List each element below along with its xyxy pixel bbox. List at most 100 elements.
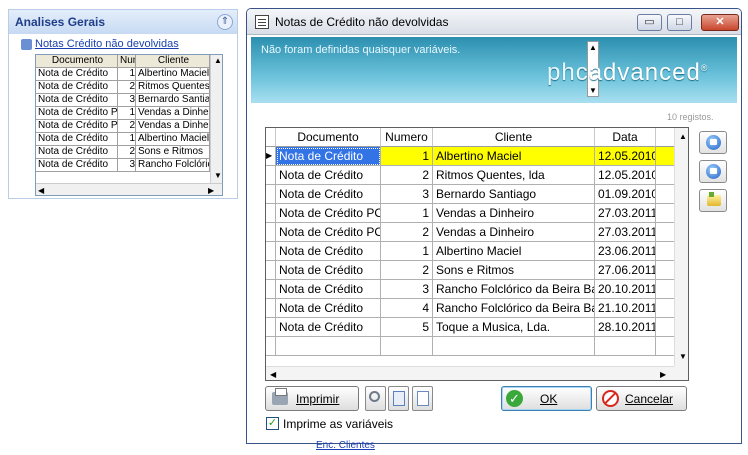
cell-numero[interactable]: 3: [381, 280, 433, 299]
mini-grid-column-header[interactable]: Num: [118, 55, 136, 68]
cell-numero[interactable]: 1: [381, 204, 433, 223]
cell-documento[interactable]: Nota de Crédito: [276, 318, 381, 337]
table-row[interactable]: Nota de Crédito 3 Rancho Folclórico da Bei…: [266, 280, 676, 299]
mini-grid[interactable]: DocumentoNumCliente Nota de Crédito1Alber…: [35, 54, 223, 196]
results-grid[interactable]: Documento Numero Cliente Data ▶ Nota de C…: [265, 127, 689, 381]
cell-cliente[interactable]: Vendas a Dinheiro: [433, 223, 595, 242]
scroll-right-arrow-icon[interactable]: ▶: [660, 370, 666, 379]
cell-cliente[interactable]: Albertino Maciel: [433, 147, 595, 166]
cell-data[interactable]: 27.03.2011: [595, 204, 656, 223]
print-button[interactable]: Imprimir: [265, 386, 359, 411]
row-indicator[interactable]: [266, 185, 276, 204]
table-row[interactable]: Nota de Crédito POS 1 Vendas a Dinheiro 27.…: [266, 204, 676, 223]
notas-credito-link[interactable]: Notas Crédito não devolvidas: [35, 38, 179, 50]
table-row[interactable]: Nota de Crédito 5 Toque a Musica, Lda. 28.1…: [266, 318, 676, 337]
grid-horizontal-scrollbar[interactable]: ◀ ▶: [266, 366, 674, 380]
cell-documento[interactable]: Nota de Crédito POS: [276, 223, 381, 242]
minimize-button[interactable]: ▭: [637, 14, 662, 31]
row-indicator[interactable]: [266, 299, 276, 318]
table-row[interactable]: ▶ Nota de Crédito 1 Albertino Maciel 12.05.2…: [266, 147, 676, 166]
mini-vertical-scrollbar[interactable]: ▲ ▼: [210, 55, 222, 183]
row-indicator[interactable]: [266, 280, 276, 299]
table-row[interactable]: Nota de Crédito 4 Rancho Folclórico da Bei…: [266, 299, 676, 318]
cell-documento[interactable]: Nota de Crédito: [276, 280, 381, 299]
cell-cliente[interactable]: Rancho Folclórico da Beira Baixa: [433, 280, 595, 299]
scroll-down-arrow-icon[interactable]: ▼: [679, 352, 687, 361]
close-button[interactable]: ✕: [701, 14, 739, 31]
row-indicator[interactable]: [266, 318, 276, 337]
mini-grid-row[interactable]: Nota de Crédito POS1Vendas a Dinheiro: [36, 107, 210, 120]
scroll-down-arrow-icon[interactable]: ▼: [589, 86, 597, 95]
cell-documento[interactable]: Nota de Crédito: [276, 147, 381, 166]
table-row[interactable]: Nota de Crédito 1 Albertino Maciel 23.06.20…: [266, 242, 676, 261]
cell-cliente[interactable]: Rancho Folclórico da Beira Baixa: [433, 299, 595, 318]
row-indicator[interactable]: [266, 223, 276, 242]
enc-clientes-link[interactable]: Enc. Clientes: [316, 440, 375, 451]
cell-numero[interactable]: 4: [381, 299, 433, 318]
cell-data[interactable]: 12.05.2010: [595, 166, 656, 185]
cell-data[interactable]: 12.05.2010: [595, 147, 656, 166]
scroll-up-arrow-icon[interactable]: ▲: [679, 132, 687, 141]
table-row[interactable]: Nota de Crédito POS 2 Vendas a Dinheiro 27.…: [266, 223, 676, 242]
column-header-data[interactable]: Data: [595, 128, 656, 147]
mini-grid-row[interactable]: Nota de Crédito 2 Sons e Ritmos: [36, 146, 210, 159]
preview-button[interactable]: [365, 386, 386, 411]
mini-grid-row[interactable]: Nota de Crédito3Bernardo Santiago: [36, 94, 210, 107]
row-indicator[interactable]: [266, 261, 276, 280]
cell-numero[interactable]: 2: [381, 223, 433, 242]
cell-data[interactable]: 27.03.2011: [595, 223, 656, 242]
cell-numero[interactable]: 3: [381, 185, 433, 204]
collapse-icon[interactable]: ⇑: [217, 14, 233, 30]
print-variables-checkbox[interactable]: ✓: [266, 417, 279, 430]
mini-grid-column-header[interactable]: Documento: [36, 55, 118, 68]
cell-data[interactable]: 27.06.2011: [595, 261, 656, 280]
cell-documento[interactable]: Nota de Crédito POS: [276, 204, 381, 223]
cell-numero[interactable]: 5: [381, 318, 433, 337]
cell-documento[interactable]: Nota de Crédito: [276, 166, 381, 185]
cell-data[interactable]: 23.06.2011: [595, 242, 656, 261]
ok-button[interactable]: ✓ OK: [501, 386, 592, 411]
scroll-left-arrow-icon[interactable]: ◀: [270, 370, 276, 379]
cell-documento[interactable]: Nota de Crédito: [276, 185, 381, 204]
cell-data[interactable]: 01.09.2010: [595, 185, 656, 204]
cell-documento[interactable]: Nota de Crédito: [276, 261, 381, 280]
mini-grid-row[interactable]: Nota de Crédito 1 Albertino Maciel: [36, 133, 210, 146]
column-header-cliente[interactable]: Cliente: [433, 128, 595, 147]
cell-cliente[interactable]: Toque a Musica, Lda.: [433, 318, 595, 337]
cell-cliente[interactable]: Bernardo Santiago: [433, 185, 595, 204]
row-indicator[interactable]: [266, 242, 276, 261]
move-up-button[interactable]: [699, 131, 727, 154]
cell-documento[interactable]: Nota de Crédito: [276, 299, 381, 318]
grid-vertical-scrollbar[interactable]: ▲ ▼: [674, 128, 688, 366]
column-header-numero[interactable]: Numero: [381, 128, 433, 147]
mini-horizontal-scrollbar[interactable]: ◀ ▶: [36, 183, 222, 195]
mini-grid-column-header[interactable]: Cliente: [136, 55, 210, 68]
mini-grid-row[interactable]: Nota de Crédito POS2Vendas a Dinheiro: [36, 120, 210, 133]
scroll-up-arrow-icon[interactable]: ▲: [214, 56, 222, 65]
cell-numero[interactable]: 1: [381, 147, 433, 166]
move-down-button[interactable]: [699, 160, 727, 183]
mini-grid-row[interactable]: Nota de Crédito3Rancho Folclórico: [36, 159, 210, 172]
scroll-right-arrow-icon[interactable]: ▶: [208, 186, 214, 195]
column-header-documento[interactable]: Documento: [276, 128, 381, 147]
row-indicator[interactable]: [266, 204, 276, 223]
cell-numero[interactable]: 2: [381, 261, 433, 280]
scroll-up-arrow-icon[interactable]: ▲: [589, 43, 597, 52]
cancel-button[interactable]: Cancelar: [596, 386, 687, 411]
row-indicator[interactable]: [266, 166, 276, 185]
scroll-down-arrow-icon[interactable]: ▼: [214, 171, 222, 180]
cell-documento[interactable]: Nota de Crédito: [276, 242, 381, 261]
cell-data[interactable]: 20.10.2011: [595, 280, 656, 299]
cell-data[interactable]: 28.10.2011: [595, 318, 656, 337]
title-bar[interactable]: Notas de Crédito não devolvidas ▭ □ ✕: [247, 9, 741, 35]
page-setup-button[interactable]: [412, 386, 433, 411]
table-row[interactable]: Nota de Crédito 3 Bernardo Santiago 01.09.2…: [266, 185, 676, 204]
cell-numero[interactable]: 2: [381, 166, 433, 185]
cell-cliente[interactable]: Ritmos Quentes, lda: [433, 166, 595, 185]
cell-data[interactable]: 21.10.2011: [595, 299, 656, 318]
export-button[interactable]: [388, 386, 409, 411]
cell-cliente[interactable]: Sons e Ritmos: [433, 261, 595, 280]
maximize-button[interactable]: □: [667, 14, 692, 31]
scroll-left-arrow-icon[interactable]: ◀: [38, 186, 44, 195]
cell-cliente[interactable]: Albertino Maciel: [433, 242, 595, 261]
